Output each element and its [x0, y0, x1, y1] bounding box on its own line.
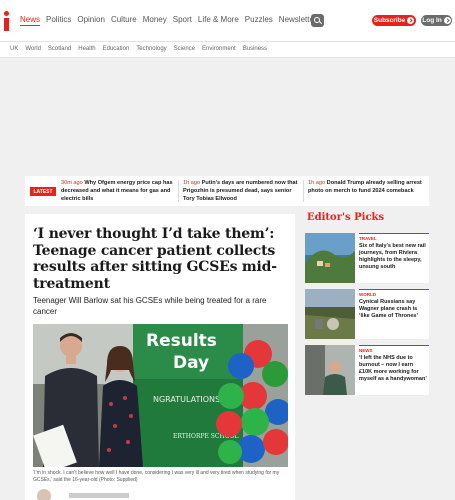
- pick-item[interactable]: TRAVEL Six of Italy’s best new rail jour…: [305, 233, 429, 283]
- latest-badge: LATEST: [30, 187, 56, 196]
- pick-image: [305, 233, 355, 283]
- article-standfirst: Teenager Will Barlow sat his GCSEs while…: [33, 296, 267, 316]
- latest-item[interactable]: 1h ago Donald Trump already selling arre…: [308, 180, 424, 196]
- subnav-environment[interactable]: Environment: [202, 46, 236, 52]
- login-button[interactable]: Log In: [421, 15, 452, 26]
- nav-politics[interactable]: Politics: [46, 15, 71, 26]
- latest-headline: Putin's days are numbered now that Prigo…: [183, 180, 298, 202]
- pick-headline: Cynical Russians say Wagner plane crash …: [359, 299, 418, 319]
- pick-headline: ‘I left the NHS due to burnout – now I e…: [359, 355, 427, 382]
- pick-tag: NEWS: [359, 348, 373, 353]
- latest-item[interactable]: 30m ago Why Ofgem energy price cap has d…: [61, 180, 174, 203]
- latest-item[interactable]: 1h ago Putin's days are numbered now tha…: [183, 180, 299, 203]
- divider: [359, 345, 429, 346]
- pick-headline: Six of Italy’s best new rail journeys, f…: [359, 243, 426, 270]
- arrow-right-icon: [407, 17, 415, 24]
- author-row: [33, 488, 288, 500]
- divider: [359, 233, 429, 234]
- banner-word: NGRATULATIONS: [153, 395, 220, 404]
- nav-puzzles[interactable]: Puzzles: [245, 15, 273, 26]
- nav-news[interactable]: News: [20, 15, 41, 26]
- divider: [178, 180, 179, 202]
- subnav-health[interactable]: Health: [78, 46, 95, 52]
- nav-opinion[interactable]: Opinion: [77, 15, 105, 26]
- latest-time: 30m ago: [61, 180, 83, 186]
- nav-money[interactable]: Money: [143, 15, 167, 26]
- pick-image: [305, 289, 355, 339]
- main-nav: News Politics Opinion Culture Money Spor…: [20, 15, 327, 26]
- logo-dot: [4, 11, 9, 16]
- logo-stem: [4, 18, 9, 31]
- pick-tag: WORLD: [359, 292, 376, 297]
- latest-news-bar: LATEST 30m ago Why Ofgem energy price ca…: [25, 176, 429, 206]
- subnav-scotland[interactable]: Scotland: [48, 46, 71, 52]
- latest-time: 1h ago: [308, 180, 326, 186]
- subnav-world[interactable]: World: [25, 46, 41, 52]
- photo-caption: ‘I’m in shock. I can’t believe how well …: [33, 470, 280, 483]
- pick-item[interactable]: NEWS ‘I left the NHS due to burnout – no…: [305, 345, 429, 395]
- search-icon[interactable]: [311, 14, 324, 27]
- subnav-education[interactable]: Education: [103, 46, 130, 52]
- banner-word: Day: [173, 353, 209, 373]
- divider: [303, 180, 304, 202]
- latest-time: 1h ago: [183, 180, 201, 186]
- avatar: [37, 489, 51, 500]
- article-headline: ‘I never thought I’d take them’: Teenage…: [33, 226, 277, 292]
- latest-headline: Donald Trump already selling arrest phot…: [308, 180, 422, 194]
- subnav-technology[interactable]: Technology: [136, 46, 166, 52]
- pick-image: [305, 345, 355, 395]
- section-subnav: UK World Scotland Health Education Techn…: [0, 41, 455, 58]
- login-label: Log In: [422, 17, 442, 24]
- subnav-business[interactable]: Business: [243, 46, 267, 52]
- subnav-science[interactable]: Science: [174, 46, 195, 52]
- pick-item[interactable]: WORLD Cynical Russians say Wagner plane …: [305, 289, 429, 339]
- banner-word: Results: [146, 331, 217, 351]
- nav-culture[interactable]: Culture: [111, 15, 137, 26]
- subscribe-button[interactable]: Subscribe: [372, 15, 416, 26]
- divider: [359, 289, 429, 290]
- nav-sport[interactable]: Sport: [173, 15, 192, 26]
- article-photo[interactable]: Results Day NGRATULATIONS ERTHORPE SCHOO…: [33, 324, 288, 467]
- author-name-placeholder: [69, 493, 129, 498]
- subscribe-label: Subscribe: [373, 17, 406, 24]
- article-card: ‘I never thought I’d take them’: Teenage…: [25, 214, 295, 500]
- site-logo[interactable]: [3, 9, 13, 31]
- editors-picks-title: Editor's Picks: [307, 212, 385, 223]
- pick-tag: TRAVEL: [359, 236, 377, 241]
- nav-life-more[interactable]: Life & More: [198, 15, 239, 26]
- subnav-uk[interactable]: UK: [10, 46, 18, 52]
- arrow-right-icon: [443, 17, 451, 24]
- site-header: News Politics Opinion Culture Money Spor…: [0, 0, 455, 41]
